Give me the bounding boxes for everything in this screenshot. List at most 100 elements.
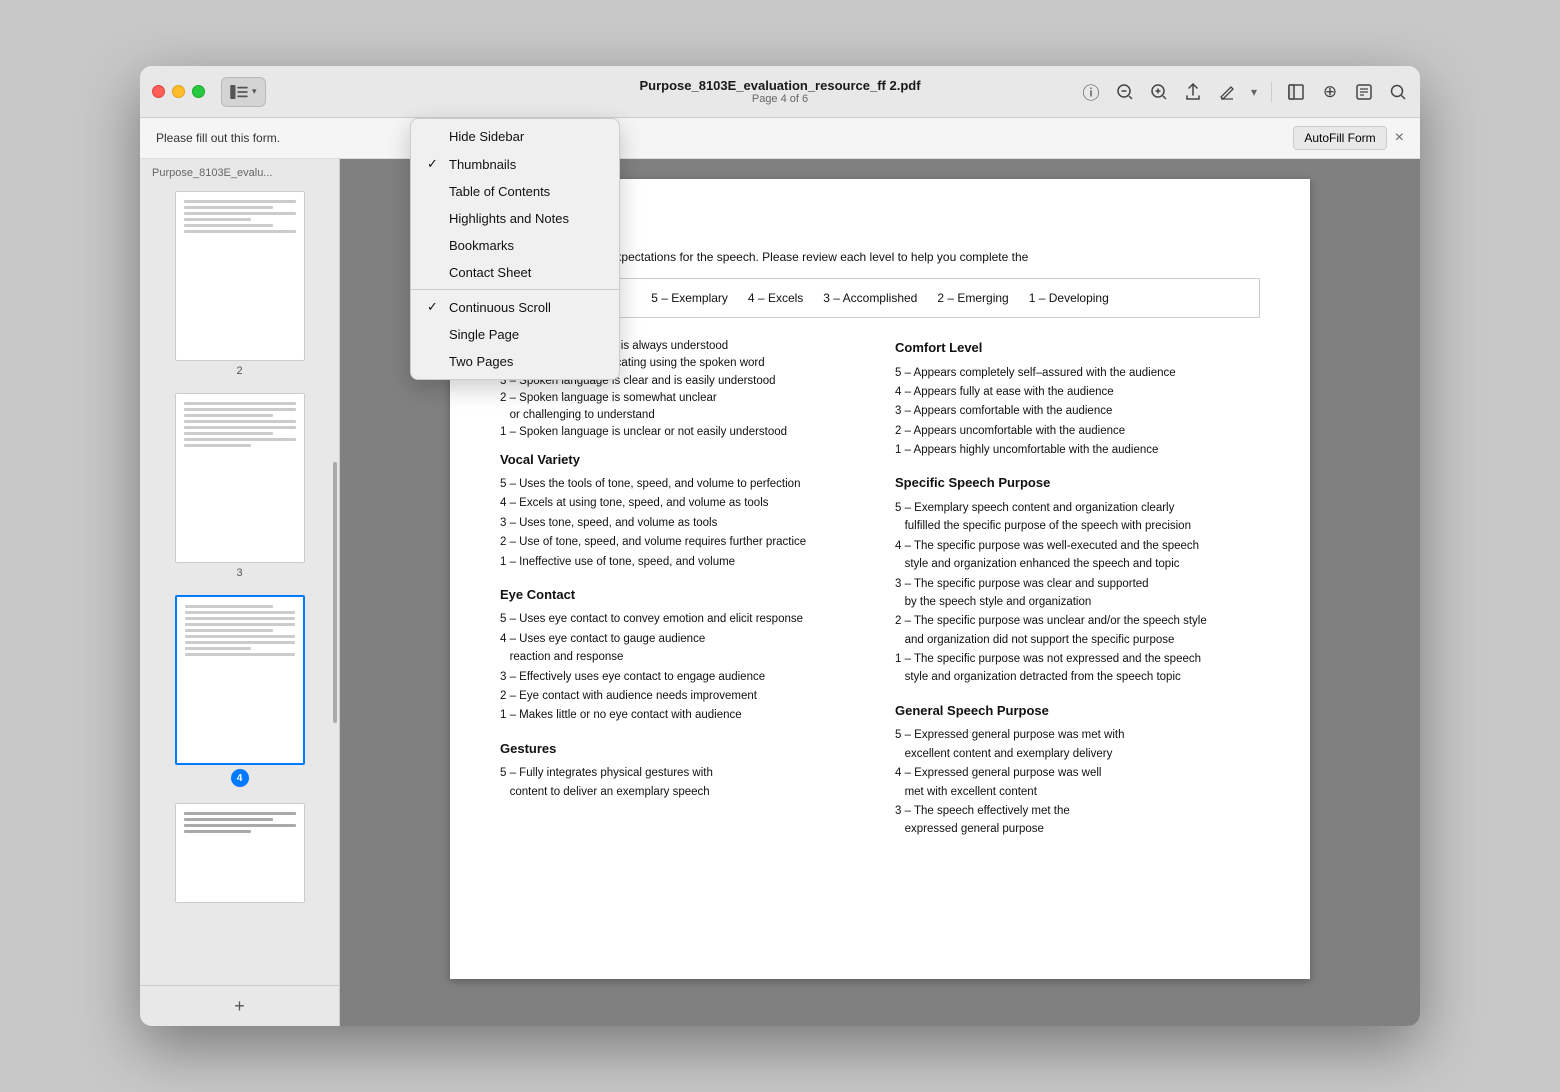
- dropdown-menu: Hide Sidebar ✓ Thumbnails Table of Conte…: [410, 118, 620, 380]
- menu-label: Thumbnails: [449, 157, 516, 172]
- info-icon[interactable]: ⓘ: [1081, 82, 1101, 102]
- specific-speech-section: Specific Speech Purpose 5 – Exemplary sp…: [895, 473, 1260, 686]
- eye-contact-heading: Eye Contact: [500, 585, 865, 605]
- list-item: 5 – Uses the tools of tone, speed, and v…: [500, 475, 865, 493]
- menu-label: Highlights and Notes: [449, 211, 569, 226]
- list-item: 3 – The specific purpose was clear and s…: [895, 575, 1260, 612]
- specific-speech-list: 5 – Exemplary speech content and organiz…: [895, 499, 1260, 687]
- check-icon: ✓: [427, 156, 441, 172]
- thumbnail-item-active[interactable]: 4: [140, 587, 339, 795]
- specific-speech-heading: Specific Speech Purpose: [895, 473, 1260, 493]
- right-column: Comfort Level 5 – Appears completely sel…: [895, 338, 1260, 840]
- markup-chevron[interactable]: ▾: [1251, 85, 1257, 99]
- list-item: 4 – Appears fully at ease with the audie…: [895, 383, 1260, 401]
- eye-contact-section: Eye Contact 5 – Uses eye contact to conv…: [500, 585, 865, 725]
- menu-item-hide-sidebar[interactable]: Hide Sidebar: [411, 123, 619, 150]
- eye-contact-list: 5 – Uses eye contact to convey emotion a…: [500, 610, 865, 724]
- list-item: 2 – Use of tone, speed, and volume requi…: [500, 533, 865, 551]
- thumbnail-image: [175, 595, 305, 765]
- sidebar-scrollbar: [333, 462, 337, 722]
- menu-item-highlights-notes[interactable]: Highlights and Notes: [411, 205, 619, 232]
- dropdown-overlay: Hide Sidebar ✓ Thumbnails Table of Conte…: [410, 118, 620, 380]
- list-item: 2 – The specific purpose was unclear and…: [895, 612, 1260, 649]
- score-5: 5 – Exemplary: [651, 289, 728, 307]
- toolbar-right: ⓘ ▾ ⊕: [1081, 82, 1408, 102]
- menu-item-table-of-contents[interactable]: Table of Contents: [411, 178, 619, 205]
- general-speech-list: 5 – Expressed general purpose was met wi…: [895, 726, 1260, 838]
- notification-bar: Please fill out this form. AutoFill Form…: [140, 118, 1420, 159]
- list-item: 5 – Fully integrates physical gestures w…: [500, 764, 865, 801]
- score-1: 1 – Developing: [1029, 289, 1109, 307]
- menu-label: Single Page: [449, 327, 519, 342]
- minimize-button[interactable]: [172, 85, 185, 98]
- list-item: 4 – Excels at using tone, speed, and vol…: [500, 494, 865, 512]
- markup-icon[interactable]: [1217, 82, 1237, 102]
- zoom-out-icon[interactable]: [1115, 82, 1135, 102]
- list-item: 5 – Exemplary speech content and organiz…: [895, 499, 1260, 536]
- score-3: 3 – Accomplished: [823, 289, 917, 307]
- list-item: 4 – Uses eye contact to gauge audience r…: [500, 630, 865, 667]
- menu-item-thumbnails[interactable]: ✓ Thumbnails: [411, 150, 619, 178]
- check-placeholder: [427, 129, 441, 144]
- thumbnail-item[interactable]: 2: [140, 183, 339, 385]
- list-item: 5 – Uses eye contact to convey emotion a…: [500, 610, 865, 628]
- gestures-section: Gestures 5 – Fully integrates physical g…: [500, 739, 865, 801]
- fullscreen-button[interactable]: [192, 85, 205, 98]
- thumbnail-item[interactable]: [140, 795, 339, 911]
- thumbnail-badge: 4: [231, 769, 249, 787]
- edit-icon[interactable]: [1354, 82, 1374, 102]
- menu-item-continuous-scroll[interactable]: ✓ Continuous Scroll: [411, 293, 619, 321]
- sidebar-toggle-button[interactable]: ▾: [221, 77, 266, 107]
- check-placeholder: [427, 184, 441, 199]
- expand-icon[interactable]: [1286, 82, 1306, 102]
- list-item: 1 – Ineffective use of tone, speed, and …: [500, 553, 865, 571]
- gestures-heading: Gestures: [500, 739, 865, 759]
- thumbnail-image: [175, 393, 305, 563]
- thumbnail-number: 2: [236, 365, 242, 377]
- menu-item-two-pages[interactable]: Two Pages: [411, 348, 619, 375]
- notification-text: Please fill out this form.: [156, 131, 280, 145]
- close-button[interactable]: [152, 85, 165, 98]
- zoom-in-icon[interactable]: [1149, 82, 1169, 102]
- search-icon[interactable]: [1388, 82, 1408, 102]
- list-item: 1 – Makes little or no eye contact with …: [500, 706, 865, 724]
- autofill-button[interactable]: AutoFill Form: [1293, 126, 1386, 150]
- sidebar-bottom: +: [140, 985, 339, 1026]
- vocal-variety-list: 5 – Uses the tools of tone, speed, and v…: [500, 475, 865, 571]
- two-columns: ary public speaker who is always underst…: [500, 338, 1260, 840]
- list-item: 4 – The specific purpose was well-execut…: [895, 537, 1260, 574]
- chevron-down-icon: ▾: [252, 86, 257, 97]
- share-icon[interactable]: [1183, 82, 1203, 102]
- general-speech-section: General Speech Purpose 5 – Expressed gen…: [895, 701, 1260, 839]
- list-item: 2 – Eye contact with audience needs impr…: [500, 687, 865, 705]
- check-placeholder: [427, 265, 441, 280]
- menu-label: Hide Sidebar: [449, 129, 524, 144]
- menu-label: Table of Contents: [449, 184, 550, 199]
- menu-label: Two Pages: [449, 354, 513, 369]
- menu-label: Continuous Scroll: [449, 300, 551, 315]
- sidebar-label: Purpose_8103E_evalu...: [140, 159, 339, 183]
- notification-close[interactable]: ×: [1395, 129, 1404, 147]
- add-page-button[interactable]: +: [228, 994, 252, 1018]
- menu-item-contact-sheet[interactable]: Contact Sheet: [411, 259, 619, 286]
- annotate-icon[interactable]: ⊕: [1320, 82, 1340, 102]
- vocal-variety-section: Vocal Variety 5 – Uses the tools of tone…: [500, 450, 865, 571]
- traffic-lights: [152, 85, 205, 98]
- comfort-level-section: Comfort Level 5 – Appears completely sel…: [895, 338, 1260, 459]
- check-placeholder: [427, 238, 441, 253]
- check-placeholder: [427, 327, 441, 342]
- vocal-variety-heading: Vocal Variety: [500, 450, 865, 470]
- menu-item-bookmarks[interactable]: Bookmarks: [411, 232, 619, 259]
- comfort-level-list: 5 – Appears completely self–assured with…: [895, 364, 1260, 460]
- list-item: 3 – Uses tone, speed, and volume as tool…: [500, 514, 865, 532]
- list-item: 3 – Appears comfortable with the audienc…: [895, 402, 1260, 420]
- list-item: 5 – Appears completely self–assured with…: [895, 364, 1260, 382]
- list-item: 3 – The speech effectively met the expre…: [895, 802, 1260, 839]
- main-content: Purpose_8103E_evalu... 2: [140, 159, 1420, 1026]
- menu-label: Contact Sheet: [449, 265, 531, 280]
- thumbnail-item[interactable]: 3: [140, 385, 339, 587]
- titlebar: ▾ Purpose_8103E_evaluation_resource_ff 2…: [140, 66, 1420, 118]
- page-label: Page 4 of 6: [752, 93, 808, 105]
- list-item: 3 – Effectively uses eye contact to enga…: [500, 668, 865, 686]
- menu-item-single-page[interactable]: Single Page: [411, 321, 619, 348]
